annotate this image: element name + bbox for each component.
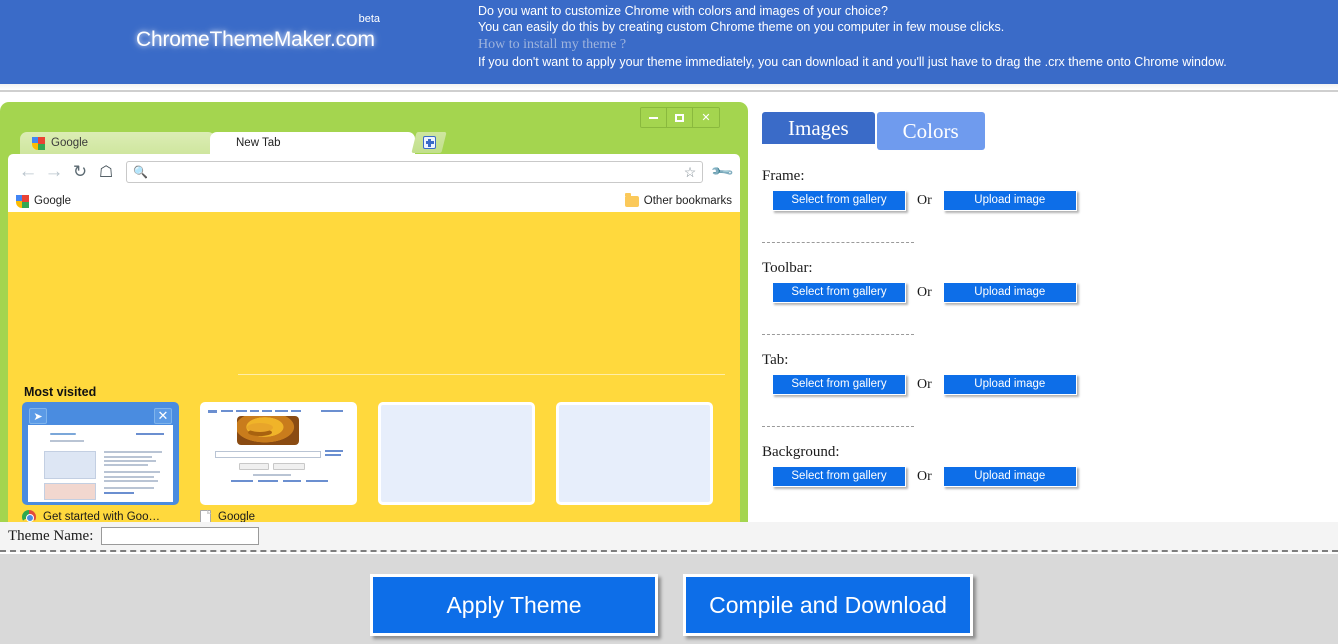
tile-label-row[interactable]: Get started with Goo…: [22, 510, 200, 522]
site-logo[interactable]: ChromeThemeMaker.com beta: [136, 13, 380, 58]
section-label: Tab:: [762, 352, 789, 368]
section-label: Toolbar:: [762, 260, 813, 276]
section-toolbar: Toolbar: Select from gallery Or Upload i…: [762, 260, 1102, 303]
section-divider: [762, 242, 914, 243]
tab-upload-image-button[interactable]: Upload image: [942, 374, 1077, 395]
toolbar-select-from-gallery-button[interactable]: Select from gallery: [772, 282, 906, 303]
section-frame: Frame: Select from gallery Or Upload ima…: [762, 168, 1102, 211]
how-to-install-link[interactable]: How to install my theme ?: [478, 36, 1328, 53]
other-bookmarks-label: Other bookmarks: [643, 195, 732, 207]
section-buttons: Select from gallery Or Upload image: [762, 190, 1102, 211]
theme-name-strip: Theme Name:: [0, 522, 1338, 552]
most-visited-grid: ➤ ✕ Get started with Goo… Google: [22, 402, 734, 522]
section-buttons: Select from gallery Or Upload image: [762, 282, 1102, 303]
tab-label: New Tab: [236, 137, 281, 149]
tile-label-row[interactable]: Google: [200, 510, 378, 522]
page-icon: [200, 510, 211, 522]
back-icon[interactable]: ←: [16, 160, 40, 184]
tile-preview-image: [28, 425, 173, 502]
new-tab-button[interactable]: [411, 132, 447, 153]
other-bookmarks[interactable]: Other bookmarks: [624, 192, 732, 207]
bookmark-star-icon[interactable]: ☆: [684, 164, 697, 181]
customization-panel: Images Colors Frame: Select from gallery…: [748, 102, 1338, 522]
tile-label: Google: [218, 511, 256, 522]
chrome-icon: [22, 510, 36, 522]
logo-text: ChromeThemeMaker.com: [136, 28, 375, 51]
tile-thumbnail[interactable]: ➤ ✕: [22, 402, 179, 505]
minimize-icon[interactable]: [641, 108, 667, 127]
section-divider: [762, 334, 914, 335]
section-label: Frame:: [762, 168, 805, 184]
most-visited-tile: Google: [200, 402, 378, 522]
window-controls: ✕: [640, 107, 720, 128]
tab-colors[interactable]: Colors: [876, 112, 985, 150]
reload-icon[interactable]: ↻: [68, 160, 92, 184]
home-icon[interactable]: ☖: [94, 160, 118, 184]
or-label: Or: [917, 468, 932, 484]
tabstrip: Google New Tab: [0, 132, 748, 154]
search-icon: 🔍: [133, 165, 148, 179]
tab-images[interactable]: Images: [762, 112, 875, 144]
google-favicon-icon: [16, 194, 29, 208]
most-visited-tile: [556, 402, 734, 522]
bookmarks-bar: Google Other bookmarks: [8, 190, 740, 212]
header-copy: Do you want to customize Chrome with col…: [478, 4, 1328, 71]
section-background: Background: Select from gallery Or Uploa…: [762, 444, 1102, 487]
ntp-divider: [238, 374, 725, 375]
section-divider: [762, 426, 914, 427]
plus-icon: [422, 136, 436, 149]
browser-toolbar: ← → ↻ ☖ 🔍 ☆ 🔧: [8, 154, 740, 190]
footer-actions: Apply Theme Compile and Download: [0, 554, 1338, 644]
frame-upload-image-button[interactable]: Upload image: [942, 190, 1077, 211]
site-header: ChromeThemeMaker.com beta Do you want to…: [0, 0, 1338, 84]
wrench-menu-icon[interactable]: 🔧: [710, 159, 735, 185]
theme-name-label: Theme Name:: [8, 527, 94, 544]
or-label: Or: [917, 284, 932, 300]
section-label: Background:: [762, 444, 840, 460]
toolbar-upload-image-button[interactable]: Upload image: [942, 282, 1077, 303]
tab-label: Google: [51, 137, 89, 149]
tab-google[interactable]: Google: [20, 132, 215, 154]
compile-and-download-button[interactable]: Compile and Download: [683, 574, 973, 636]
pin-icon[interactable]: ➤: [29, 408, 47, 424]
section-buttons: Select from gallery Or Upload image: [762, 466, 1102, 487]
tile-thumbnail-empty[interactable]: [556, 402, 713, 505]
most-visited-tile: ➤ ✕ Get started with Goo…: [22, 402, 200, 522]
header-line-1: Do you want to customize Chrome with col…: [478, 4, 888, 18]
tile-label: Get started with Goo…: [43, 511, 160, 522]
bookmark-google[interactable]: Google: [16, 194, 72, 208]
background-upload-image-button[interactable]: Upload image: [942, 466, 1077, 487]
folder-icon: [624, 192, 639, 207]
bookmark-label: Google: [34, 195, 72, 207]
tile-thumbnail-empty[interactable]: [378, 402, 535, 505]
tab-select-from-gallery-button[interactable]: Select from gallery: [772, 374, 906, 395]
header-line-4: If you don't want to apply your theme im…: [478, 55, 1227, 69]
google-favicon-icon: [32, 136, 45, 150]
theme-name-input[interactable]: [101, 527, 260, 545]
close-icon[interactable]: ✕: [693, 108, 719, 127]
chrome-preview: ✕ Google New Tab ← → ↻ ☖ 🔍 ☆ 🔧 Google Ot…: [0, 102, 748, 522]
forward-icon[interactable]: →: [42, 160, 66, 184]
tile-preview-image: [203, 405, 354, 502]
most-visited-heading: Most visited: [24, 385, 97, 399]
beta-badge: beta: [358, 13, 380, 25]
panel-tabs: Images Colors: [762, 112, 985, 150]
or-label: Or: [917, 376, 932, 392]
apply-theme-button[interactable]: Apply Theme: [370, 574, 658, 636]
new-tab-page: Most visited ➤ ✕ Get started with Goo… G…: [8, 212, 740, 522]
section-tab: Tab: Select from gallery Or Upload image: [762, 352, 1102, 395]
frame-select-from-gallery-button[interactable]: Select from gallery: [772, 190, 906, 211]
address-bar[interactable]: 🔍 ☆: [126, 161, 704, 183]
maximize-icon[interactable]: [667, 108, 693, 127]
background-select-from-gallery-button[interactable]: Select from gallery: [772, 466, 906, 487]
tab-new-tab[interactable]: New Tab: [210, 132, 415, 154]
or-label: Or: [917, 192, 932, 208]
tile-thumbnail[interactable]: [200, 402, 357, 505]
header-line-2: You can easily do this by creating custo…: [478, 19, 1005, 34]
tile-close-icon[interactable]: ✕: [154, 408, 172, 424]
header-divider: [0, 84, 1338, 92]
most-visited-tile: [378, 402, 556, 522]
section-buttons: Select from gallery Or Upload image: [762, 374, 1102, 395]
